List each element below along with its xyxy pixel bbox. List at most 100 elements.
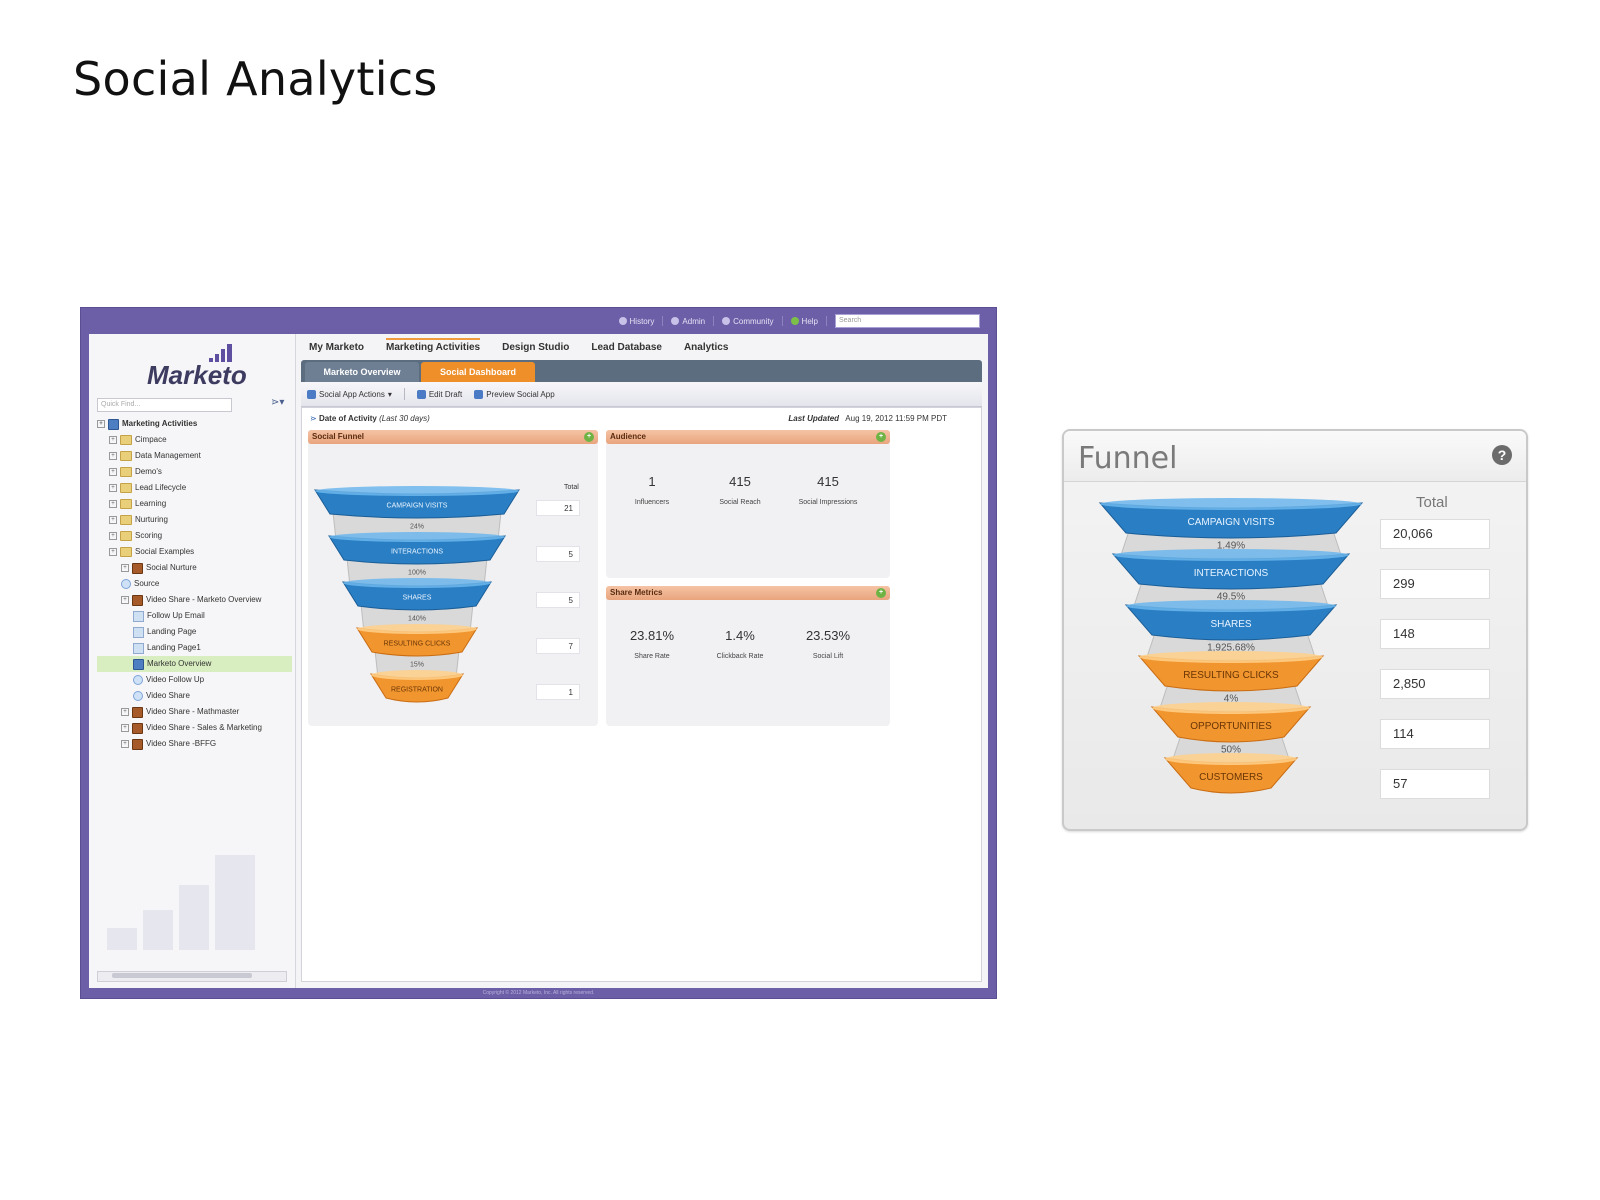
help-icon[interactable]: ? <box>1492 445 1512 465</box>
tree-item[interactable]: + Video Share - Marketo Overview <box>97 592 292 608</box>
search-input[interactable]: Search <box>835 314 980 328</box>
social-app-actions-button[interactable]: Social App Actions ▾ <box>307 389 392 399</box>
tree-item[interactable]: Follow Up Email <box>97 608 292 624</box>
expand-icon[interactable]: + <box>876 588 886 598</box>
expand-toggle-icon[interactable]: + <box>97 420 105 428</box>
funnel-stage-rim <box>329 532 505 542</box>
tree-item[interactable]: + Learning <box>97 496 292 512</box>
tree-item[interactable]: + Video Share - Mathmaster <box>97 704 292 720</box>
expand-toggle-icon[interactable]: + <box>121 724 129 732</box>
expand-icon[interactable]: + <box>876 432 886 442</box>
folder-icon <box>120 483 132 493</box>
expand-toggle-icon[interactable]: + <box>121 740 129 748</box>
funnel-total-value: 148 <box>1380 619 1490 649</box>
tree-item[interactable]: Landing Page <box>97 624 292 640</box>
email-icon <box>133 610 144 622</box>
tree-item[interactable]: + Data Management <box>97 448 292 464</box>
tree-item[interactable]: + Social Examples <box>97 544 292 560</box>
funnel-total-value: 5 <box>536 592 580 608</box>
top-utility-bar: History Admin Community Help Search <box>81 308 996 334</box>
expand-toggle-icon[interactable]: + <box>109 532 117 540</box>
app-body: Marketo Quick Find... ⋗▾ + Marketing Acti… <box>89 334 988 988</box>
expand-toggle-icon[interactable]: + <box>109 452 117 460</box>
share-metrics-header: Share Metrics + <box>606 586 890 600</box>
expand-toggle-icon[interactable]: + <box>109 500 117 508</box>
preview-social-app-button[interactable]: Preview Social App <box>474 389 555 399</box>
tab-design-studio[interactable]: Design Studio <box>502 342 569 353</box>
influencers-stat: 1 Influencers <box>634 474 670 506</box>
expand-toggle-icon[interactable]: + <box>109 548 117 556</box>
community-link[interactable]: Community <box>722 317 774 326</box>
tab-my-marketo[interactable]: My Marketo <box>309 342 364 353</box>
funnel-stage-label: RESULTING CLICKS <box>384 641 451 648</box>
tree-item-label: Data Management <box>135 451 201 460</box>
program-icon <box>132 594 143 606</box>
globe-icon <box>121 579 131 589</box>
share-rate-stat: 23.81% Share Rate <box>629 628 675 660</box>
tree-item[interactable]: + Social Nurture <box>97 560 292 576</box>
folder-icon <box>120 435 132 445</box>
tree-item[interactable]: + Nurturing <box>97 512 292 528</box>
funnel-total-value: 20,066 <box>1380 519 1490 549</box>
tree-item[interactable]: + Demo's <box>97 464 292 480</box>
funnel-stage-rim <box>1100 498 1362 510</box>
edit-draft-button[interactable]: Edit Draft <box>416 389 462 399</box>
tree-item[interactable]: + Lead Lifecycle <box>97 480 292 496</box>
tree-item[interactable]: Marketo Overview <box>97 656 292 672</box>
tree-item[interactable]: Landing Page1 <box>97 640 292 656</box>
funnel-total-label: Total <box>564 484 579 491</box>
sidebar-scrollbar[interactable] <box>97 971 287 982</box>
tree-item-label: Learning <box>135 499 167 508</box>
marketo-screenshot: History Admin Community Help Search Mark… <box>81 308 996 998</box>
tree-item[interactable]: Video Share <box>97 688 292 704</box>
history-link[interactable]: History <box>618 317 654 326</box>
expand-toggle-icon[interactable]: + <box>121 708 129 716</box>
tab-lead-database[interactable]: Lead Database <box>591 342 662 353</box>
tree-item-label: Landing Page <box>147 627 197 636</box>
funnel-total-value: 21 <box>536 500 580 516</box>
expand-icon[interactable]: + <box>584 432 594 442</box>
expand-toggle-icon[interactable]: + <box>121 564 129 572</box>
tab-analytics[interactable]: Analytics <box>684 342 728 353</box>
tab-marketing-activities[interactable]: Marketing Activities <box>386 338 481 353</box>
tree-options-icon[interactable]: ⋗▾ <box>271 397 284 408</box>
tree-item[interactable]: Video Follow Up <box>97 672 292 688</box>
community-icon <box>722 317 731 325</box>
marketo-watermark-icon <box>107 855 255 950</box>
expand-toggle-icon[interactable]: + <box>109 516 117 524</box>
program-icon <box>132 722 143 734</box>
expand-toggle-icon[interactable]: + <box>109 468 117 476</box>
help-link[interactable]: Help <box>790 317 818 326</box>
funnel-stage-rim <box>1126 600 1336 612</box>
tree-item-label: Video Share - Mathmaster <box>146 707 240 716</box>
subtab-social-dashboard[interactable]: Social Dashboard <box>421 362 535 382</box>
funnel-total-value: 5 <box>536 546 580 562</box>
funnel-total-value: 1 <box>536 684 580 700</box>
audience-panel: Audience + 1 Influencers 415 Social Reach … <box>606 430 890 578</box>
tree-item[interactable]: Source <box>97 576 292 592</box>
subtab-marketo-overview[interactable]: Marketo Overview <box>305 362 419 382</box>
tree-item[interactable]: + Video Share - Sales & Marketing <box>97 720 292 736</box>
expand-toggle-icon[interactable]: + <box>109 484 117 492</box>
program-icon <box>132 706 143 718</box>
tree-item[interactable]: + Scoring <box>97 528 292 544</box>
tree-item[interactable]: + Marketing Activities <box>97 416 292 432</box>
funnel-stage-label: SHARES <box>403 595 432 602</box>
quick-find-input[interactable]: Quick Find... <box>97 398 232 412</box>
funnel-card-header: Funnel ? <box>1064 431 1526 482</box>
tree-item-label: Cimpace <box>135 435 167 444</box>
social-funnel-graphic: 24% 100% 140% 15% CAMPAIGN VISITS INTERACTION… <box>314 486 520 703</box>
tree-item-label: Source <box>134 579 160 588</box>
expand-toggle-icon[interactable]: + <box>109 436 117 444</box>
help-icon <box>790 317 799 325</box>
admin-link[interactable]: Admin <box>671 317 705 326</box>
tree-item[interactable]: + Cimpace <box>97 432 292 448</box>
funnel-stage-rim <box>343 578 491 588</box>
tree-item-label: Follow Up Email <box>147 611 205 620</box>
social-funnel-header: Social Funnel + <box>308 430 598 444</box>
tree-item[interactable]: + Video Share -BFFG <box>97 736 292 752</box>
share-metrics-panel: Share Metrics + 23.81% Share Rate 1.4% Cli… <box>606 586 890 726</box>
preview-icon <box>474 389 484 399</box>
expand-toggle-icon[interactable]: + <box>121 596 129 604</box>
date-filter[interactable]: ⋗ Date of Activity (Last 30 days) <box>310 414 430 423</box>
